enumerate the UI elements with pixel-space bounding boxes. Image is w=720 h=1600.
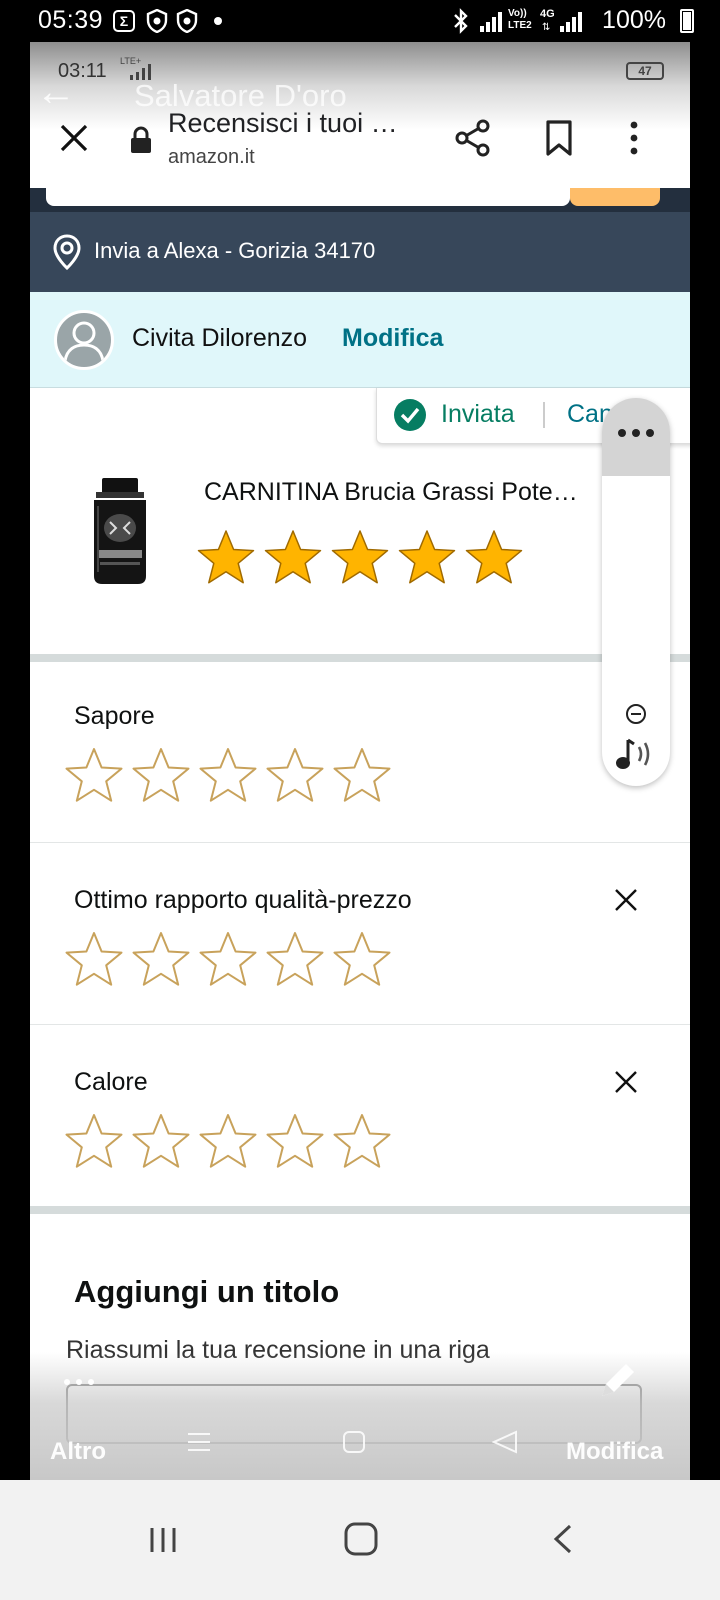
star-icon[interactable] <box>132 932 190 986</box>
search-input[interactable] <box>46 188 570 206</box>
back-chevron-icon <box>553 1524 572 1554</box>
star-icon[interactable] <box>65 932 123 986</box>
more-horizontal-icon[interactable] <box>616 426 656 438</box>
system-nav-bar <box>0 1480 720 1600</box>
shield-icon <box>146 8 168 38</box>
share-icon <box>455 119 490 157</box>
recorder-handle[interactable] <box>602 398 670 476</box>
attribute-label-value: Ottimo rapporto qualità-prezzo <box>74 886 412 914</box>
star-icon[interactable] <box>266 748 324 802</box>
star-icon[interactable] <box>65 1114 123 1168</box>
shield-icon <box>176 8 198 38</box>
home-icon <box>344 1522 378 1556</box>
star-icon[interactable] <box>333 932 391 986</box>
recent-apps-button[interactable] <box>146 1512 180 1568</box>
toast-separator <box>543 402 545 428</box>
attribute-label-warmth: Calore <box>74 1068 148 1096</box>
attribute-stars-value[interactable] <box>64 928 404 992</box>
overlay-more-button[interactable]: Altro <box>50 1438 106 1466</box>
signal-icon <box>560 10 588 32</box>
star-icon[interactable] <box>331 530 389 584</box>
sound-icon[interactable] <box>612 734 660 774</box>
star-icon[interactable] <box>465 530 523 584</box>
sigma-icon: Σ <box>113 10 135 32</box>
bookmark-icon <box>546 120 572 156</box>
volte-label: Vo)) LTE2 <box>508 8 532 31</box>
overlay-back-arrow-icon: ← <box>36 70 76 114</box>
share-button[interactable] <box>454 118 492 158</box>
toast-status-text: Inviata <box>441 400 515 428</box>
edit-profile-link[interactable]: Modifica <box>342 324 443 353</box>
remove-attribute-button[interactable] <box>610 884 642 916</box>
notification-dot-icon <box>214 17 222 25</box>
bluetooth-icon <box>452 8 470 39</box>
data-arrows-icon: ⇅ <box>542 22 551 33</box>
location-pin-icon <box>52 234 82 271</box>
star-icon[interactable] <box>264 530 322 584</box>
overlay-edit-button[interactable]: Modifica <box>566 1438 663 1466</box>
attribute-divider <box>30 842 690 843</box>
add-title-heading: Aggiungi un titolo <box>74 1274 340 1309</box>
battery-percent: 100% <box>602 6 666 34</box>
more-horizontal-icon[interactable] <box>62 1374 98 1385</box>
page-title[interactable]: Recensisci i tuoi … <box>168 108 418 139</box>
browser-header: 03:11 LTE+ 47 ← Salvatore D'oro Recensis… <box>30 42 690 188</box>
star-icon[interactable] <box>398 530 456 584</box>
star-icon[interactable] <box>333 1114 391 1168</box>
section-divider <box>30 654 690 662</box>
lock-icon <box>130 126 152 154</box>
attribute-divider <box>30 1024 690 1025</box>
overall-rating-stars[interactable] <box>196 526 536 590</box>
star-icon[interactable] <box>333 748 391 802</box>
minimize-icon[interactable] <box>624 702 648 726</box>
delivery-location-bar[interactable]: Invia a Alexa - Gorizia 34170 <box>30 212 690 292</box>
user-name: Civita Dilorenzo <box>132 324 308 352</box>
location-text: Invia a Alexa - Gorizia 34170 <box>94 238 376 263</box>
screen-recorder-panel[interactable] <box>602 398 670 786</box>
star-icon[interactable] <box>197 530 255 584</box>
star-icon[interactable] <box>199 932 257 986</box>
attribute-label-taste: Sapore <box>74 702 155 730</box>
signal-icon <box>480 10 508 32</box>
star-icon[interactable] <box>132 748 190 802</box>
user-bar: Civita Dilorenzo Modifica <box>30 292 690 388</box>
more-menu-button[interactable] <box>622 118 646 158</box>
star-icon[interactable] <box>266 932 324 986</box>
star-icon[interactable] <box>199 1114 257 1168</box>
star-icon[interactable] <box>266 1114 324 1168</box>
close-icon <box>615 889 637 911</box>
battery-icon <box>680 9 694 33</box>
overlay-home-icon[interactable] <box>342 1430 366 1459</box>
home-button[interactable] <box>340 1514 384 1564</box>
star-icon[interactable] <box>65 748 123 802</box>
star-icon[interactable] <box>132 1114 190 1168</box>
product-image <box>88 476 152 586</box>
back-button[interactable] <box>548 1514 578 1564</box>
star-icon[interactable] <box>199 748 257 802</box>
network-label: 4G <box>540 8 555 20</box>
close-icon <box>60 124 88 152</box>
attribute-stars-warmth[interactable] <box>64 1110 404 1174</box>
overlay-battery-icon: 47 <box>626 62 664 80</box>
url-domain[interactable]: amazon.it <box>168 146 255 169</box>
user-icon <box>63 321 105 362</box>
remove-attribute-button[interactable] <box>610 1066 642 1098</box>
more-vertical-icon <box>630 121 638 155</box>
overlay-recent-icon[interactable] <box>186 1430 212 1459</box>
check-circle-icon <box>393 398 427 432</box>
bookmark-button[interactable] <box>542 118 576 158</box>
section-divider <box>30 1206 690 1214</box>
close-icon <box>615 1071 637 1093</box>
search-button[interactable] <box>570 188 660 206</box>
attribute-stars-taste[interactable] <box>64 744 404 808</box>
overlay-back-icon[interactable] <box>491 1430 518 1459</box>
recent-apps-icon <box>150 1528 176 1552</box>
status-time: 05:39 <box>38 6 104 34</box>
avatar <box>54 310 114 370</box>
pen-icon[interactable] <box>596 1358 640 1402</box>
close-tab-button[interactable] <box>54 118 94 158</box>
product-name[interactable]: CARNITINA Brucia Grassi Pote… <box>204 478 604 507</box>
status-bar: 05:39 Σ Vo)) LTE2 4G ⇅ 100% <box>0 0 720 42</box>
browser-screen: 03:11 LTE+ 47 ← Salvatore D'oro Recensis… <box>30 42 690 1480</box>
